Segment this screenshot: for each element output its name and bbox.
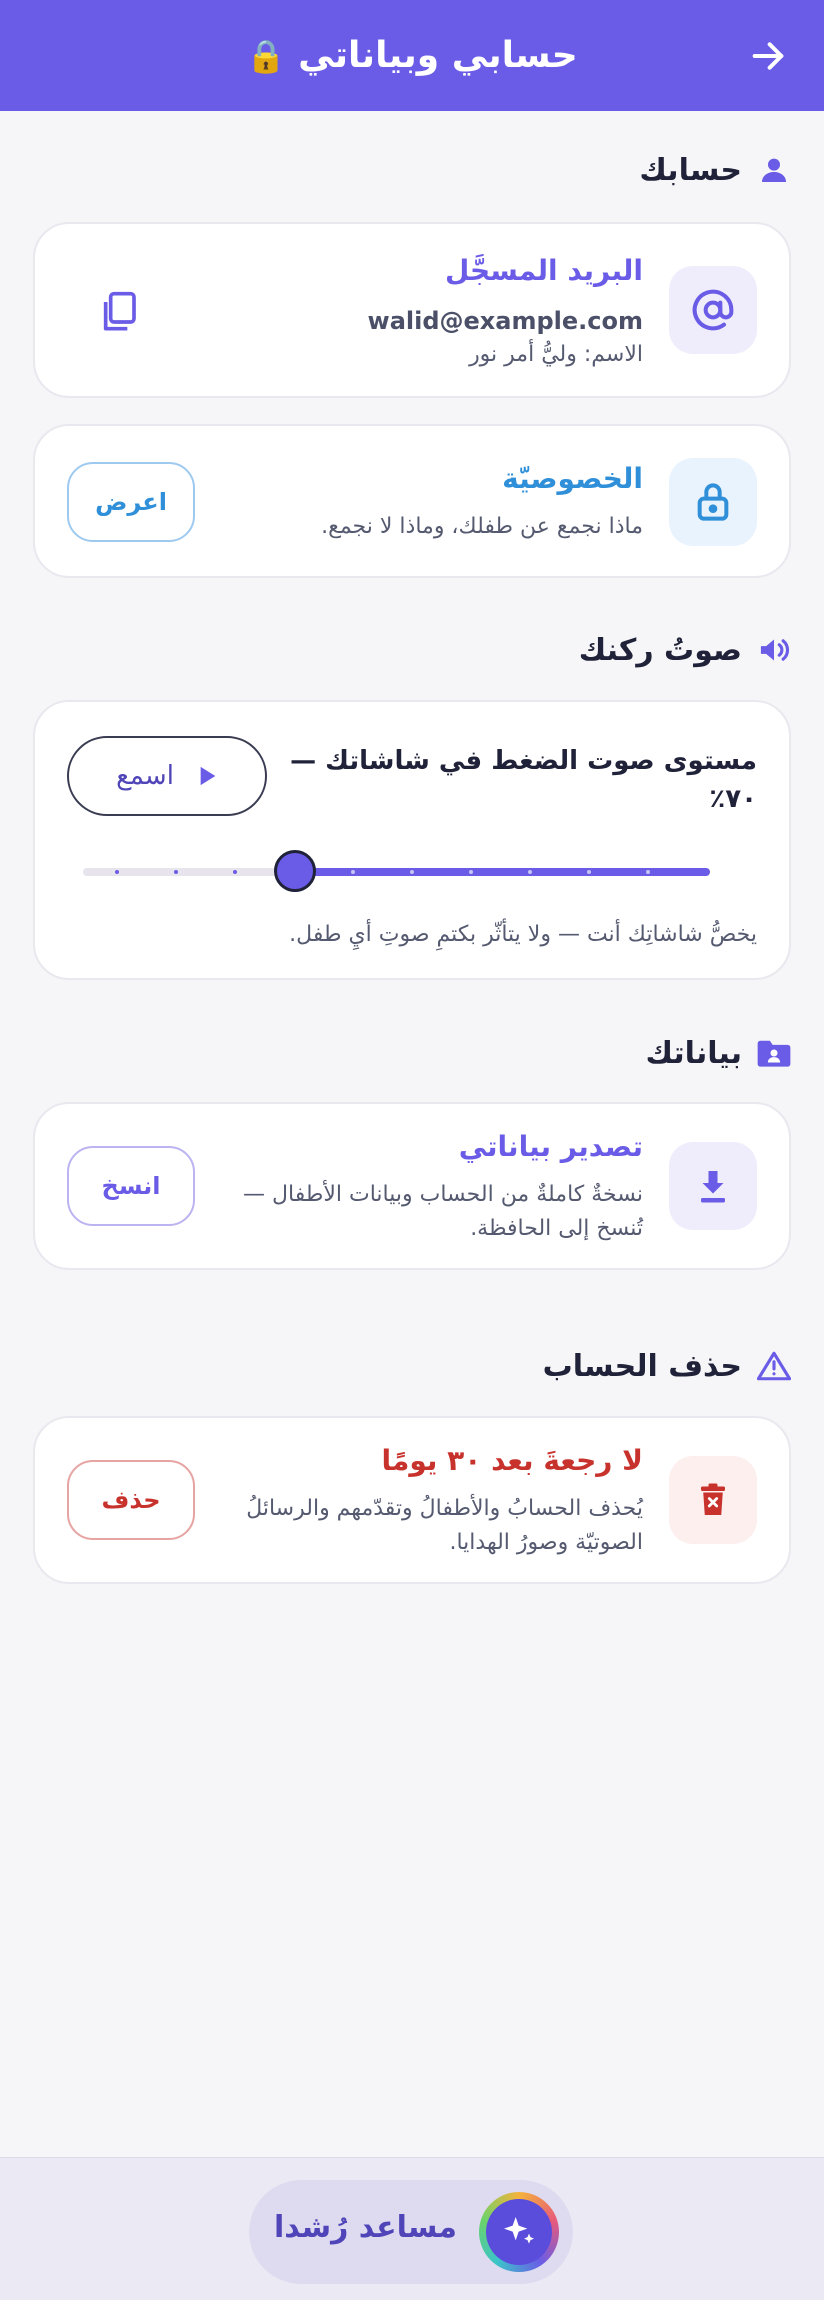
download-icon <box>669 1142 757 1230</box>
privacy-card-title: الخصوصيّة <box>502 462 643 495</box>
slider-tick <box>410 870 414 874</box>
slider-tick <box>469 870 473 874</box>
voice-note: يخصُّ شاشاتِك أنت — ولا يتأثّر بكتمِ صوت… <box>289 922 757 947</box>
section-data-heading: بياناتك <box>645 1035 792 1071</box>
slider-tick <box>233 870 237 874</box>
export-card-text: نسخةٌ كاملةٌ من الحساب وبيانات الأطفال —… <box>243 1182 643 1241</box>
privacy-card-text: ماذا نجمع عن طفلك، وماذا لا نجمع. <box>321 514 643 539</box>
voice-level-title: مستوى صوت الضغط في شاشاتك — ٧٠٪ <box>290 742 757 818</box>
export-card: تصدير بياناتي نسخةٌ كاملةٌ من الحساب وبي… <box>33 1102 791 1270</box>
copy-email-button[interactable] <box>91 284 147 340</box>
folder-user-icon <box>756 1035 792 1071</box>
assistant-label: مساعد رُشدا <box>273 2210 457 2245</box>
email-card-title: البريد المسجَّل <box>445 254 643 287</box>
voice-level-value: ٧٠٪ <box>709 784 757 814</box>
user-icon <box>756 152 792 188</box>
privacy-card: الخصوصيّة ماذا نجمع عن طفلك، وماذا لا نج… <box>33 424 791 578</box>
delete-account-button[interactable]: حذف <box>67 1460 195 1540</box>
slider-tick <box>528 870 532 874</box>
slider-tick <box>351 870 355 874</box>
export-card-title: تصدير بياناتي <box>458 1130 643 1163</box>
delete-card-title: لا رجعةَ بعد ٣٠ يومًا <box>381 1444 643 1477</box>
top-bar: حسابي وبياناتي 🔒 <box>0 0 824 111</box>
warning-triangle-icon <box>756 1348 792 1384</box>
slider-tick <box>587 870 591 874</box>
slider-tick <box>646 870 650 874</box>
page-title: حسابي وبياناتي 🔒 <box>246 35 578 76</box>
lock-emoji-icon: 🔒 <box>246 36 287 75</box>
slider-tick <box>115 870 119 874</box>
assistant-avatar <box>479 2192 559 2272</box>
delete-card-text: يُحذف الحسابُ والأطفالُ وتقدّمهم والرسائ… <box>246 1496 643 1555</box>
section-delete-heading: حذف الحساب <box>543 1348 792 1384</box>
listen-button[interactable]: اسمع <box>67 736 267 816</box>
copy-data-button[interactable]: انسخ <box>67 1146 195 1226</box>
assistant-button[interactable]: مساعد رُشدا <box>249 2180 573 2284</box>
copy-icon <box>103 291 136 331</box>
arrow-right-icon <box>752 42 784 70</box>
volume-slider-thumb[interactable] <box>274 850 316 892</box>
delete-card: لا رجعةَ بعد ٣٠ يومًا يُحذف الحسابُ والأ… <box>33 1416 791 1584</box>
trash-icon <box>669 1456 757 1544</box>
view-privacy-button[interactable]: اعرض <box>67 462 195 542</box>
registered-email: walid@example.com <box>367 307 643 335</box>
slider-tick <box>174 870 178 874</box>
at-sign-icon <box>669 266 757 354</box>
volume-slider-track[interactable] <box>83 868 710 876</box>
section-account-heading: حسابك <box>639 152 792 188</box>
email-card: البريد المسجَّل walid@example.com الاسم:… <box>33 222 791 398</box>
section-voice-heading: صوتُ ركنك <box>579 632 792 668</box>
voice-card: مستوى صوت الضغط في شاشاتك — ٧٠٪ اسمع يخص… <box>33 700 791 980</box>
lock-icon <box>669 458 757 546</box>
back-button[interactable] <box>738 26 798 86</box>
sparkles-icon <box>504 2217 534 2244</box>
speaker-icon <box>756 632 792 668</box>
guardian-name: الاسم: وليُّ أمر نور <box>469 342 643 367</box>
play-icon <box>200 766 216 786</box>
